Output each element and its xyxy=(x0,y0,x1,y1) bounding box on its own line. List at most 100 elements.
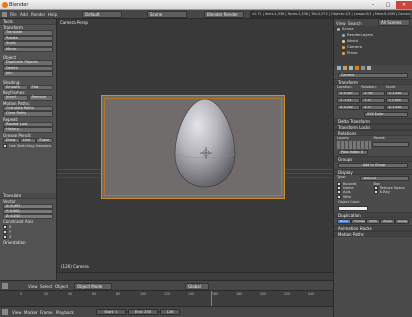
scene-select[interactable]: Scene xyxy=(147,11,187,18)
timeline-frame-menu[interactable]: Frame xyxy=(40,309,52,316)
xray-checkbox[interactable]: X-Ray xyxy=(373,190,410,194)
checkbox-box[interactable] xyxy=(3,144,7,148)
timeline-marker-menu[interactable]: Marker xyxy=(24,309,38,316)
rotation-mode-select[interactable]: XYZ Euler xyxy=(364,112,408,117)
egg-object[interactable] xyxy=(57,19,333,272)
timeline-view-menu[interactable]: View xyxy=(12,309,22,316)
sketching-sessions-label: Use Sketching Sessions xyxy=(9,144,52,148)
constraint-y-checkbox[interactable]: Y xyxy=(3,230,53,234)
scale-x-field[interactable]: X: 1.000 xyxy=(385,91,409,96)
xray-label: X-Ray xyxy=(379,190,390,194)
view-menu[interactable]: View xyxy=(28,283,38,290)
3d-viewport[interactable]: Camera Persp (126) Camera xyxy=(57,19,333,272)
dup-group-button[interactable]: Group xyxy=(394,219,409,224)
constraint-axis-label: Constraint Axis xyxy=(3,219,34,224)
timeline-tick-label: 220 xyxy=(284,292,291,296)
properties-editor: Camera Transform Location: Rotation: Sca… xyxy=(333,65,412,317)
minimize-button[interactable]: – xyxy=(366,1,380,9)
outliner-item-label: RenderLayers xyxy=(347,32,374,37)
object-color-swatch[interactable] xyxy=(338,206,368,211)
menu-add[interactable]: Add xyxy=(20,11,28,18)
world-tab-icon[interactable] xyxy=(349,66,353,70)
translate-button[interactable]: Translate xyxy=(3,30,53,36)
remove-keyframe-button[interactable]: Remove xyxy=(28,95,53,101)
timeline-tick-label: 180 xyxy=(236,292,243,296)
groups-panel-header[interactable]: Groups xyxy=(334,156,412,162)
dup-none-button[interactable]: None xyxy=(337,219,352,224)
dup-faces-button[interactable]: Faces xyxy=(380,219,395,224)
tool-shelf: Tools Transform Translate Rotate Scale M… xyxy=(0,19,57,299)
gp-line-button[interactable]: Line xyxy=(19,137,37,143)
parent-field[interactable] xyxy=(371,142,409,147)
blender-logo-icon xyxy=(2,2,8,8)
window-title: Blender xyxy=(9,2,29,8)
location-z-field[interactable]: Z: 0.242 xyxy=(337,105,361,110)
mode-select[interactable]: Object Mode xyxy=(74,283,112,290)
location-y-field[interactable]: Y: -7.24 xyxy=(337,98,361,103)
viewport-scroll-area xyxy=(57,272,333,280)
close-button[interactable]: ✕ xyxy=(396,1,412,9)
dup-verts-button[interactable]: Verts xyxy=(366,219,381,224)
outliner-tree: Scene RenderLayers World Camera Plane xyxy=(334,26,412,56)
motion-paths-panel-header[interactable]: Motion Paths xyxy=(334,231,412,237)
wire-checkbox[interactable]: Wire xyxy=(337,195,409,199)
menu-help[interactable]: Help xyxy=(48,11,57,18)
gp-erase-button[interactable]: Erase xyxy=(36,137,54,143)
rotation-y-field[interactable]: Y: 0° xyxy=(361,98,385,103)
current-frame-field[interactable]: 126 xyxy=(160,309,180,315)
motion-paths-section-title: Motion Paths: xyxy=(3,100,31,106)
select-menu[interactable]: Select xyxy=(40,283,52,290)
rotation-x-field[interactable]: X: 90° xyxy=(361,91,385,96)
scale-button[interactable]: Scale xyxy=(3,41,53,47)
location-x-field[interactable]: X: 0.497 xyxy=(337,91,361,96)
scene-tab-icon[interactable] xyxy=(343,66,347,70)
insert-keyframe-button[interactable]: Insert xyxy=(3,95,28,101)
start-frame-field[interactable]: Start: 1 xyxy=(96,309,126,315)
gp-draw-button[interactable]: Draw xyxy=(3,137,20,143)
timeline-tick-label: 200 xyxy=(260,292,267,296)
add-to-group-button[interactable]: Add to Group xyxy=(338,163,408,168)
maximize-button[interactable]: □ xyxy=(381,1,395,9)
outliner-item-icon xyxy=(342,45,345,49)
display-type-select[interactable]: Textured xyxy=(360,176,409,181)
info-header: File Add Render Help Default Scene Blend… xyxy=(0,10,412,19)
outliner-scope-select[interactable]: All Scenes xyxy=(378,19,410,26)
timeline-tick-label: 160 xyxy=(212,292,219,296)
outliner-item-icon xyxy=(337,27,340,31)
object-name-field[interactable]: Camera xyxy=(338,73,408,78)
axis-label: Axis xyxy=(343,190,351,194)
constraint-x-checkbox[interactable]: X xyxy=(3,225,53,229)
constraint-z-checkbox[interactable]: Z xyxy=(3,235,53,239)
rotation-z-field[interactable]: Z: 0° xyxy=(361,105,385,110)
timeline-area[interactable]: 0 20 40 60 80 100 120 140 160 180 200 220 240 xyxy=(0,290,333,306)
axis-x-label: X xyxy=(9,225,12,229)
dup-frames-button[interactable]: Frames xyxy=(351,219,367,224)
menu-file[interactable]: File xyxy=(10,11,17,18)
outliner-item-icon xyxy=(342,33,345,37)
transform-orientation-select[interactable]: Global xyxy=(185,283,209,290)
screen-layout-select[interactable]: Default xyxy=(82,11,122,18)
menu-render[interactable]: Render xyxy=(31,11,45,18)
layer-buttons[interactable] xyxy=(337,141,371,149)
object-tab-icon[interactable] xyxy=(355,66,359,70)
object-menu[interactable]: Object xyxy=(55,283,68,290)
duplicate-objects-button[interactable]: Duplicate Objects xyxy=(3,60,53,66)
editor-type-icon[interactable] xyxy=(2,283,8,289)
scale-z-field[interactable]: Z: 1.000 xyxy=(385,105,409,110)
outliner-item[interactable]: Plane xyxy=(334,50,412,56)
data-tab-icon[interactable] xyxy=(367,66,371,70)
end-frame-field[interactable]: End: 250 xyxy=(128,309,158,315)
outliner-header: View Search All Scenes xyxy=(334,19,412,26)
timeline-playback-menu[interactable]: Playback xyxy=(56,309,74,316)
editor-type-icon[interactable] xyxy=(2,309,8,315)
constraints-tab-icon[interactable] xyxy=(361,66,365,70)
editor-type-icon[interactable] xyxy=(2,12,7,17)
render-engine-select[interactable]: Blender Render xyxy=(204,11,244,18)
flat-button[interactable]: Flat xyxy=(28,84,53,90)
scale-y-field[interactable]: Y: 1.000 xyxy=(385,98,409,103)
sketching-sessions-checkbox[interactable]: Use Sketching Sessions xyxy=(3,144,53,148)
current-frame-indicator[interactable] xyxy=(211,291,212,306)
render-tab-icon[interactable] xyxy=(337,66,341,70)
axis-checkbox[interactable]: Axis xyxy=(337,190,373,194)
pass-index-field[interactable]: Pass Index: 0 xyxy=(338,150,368,155)
